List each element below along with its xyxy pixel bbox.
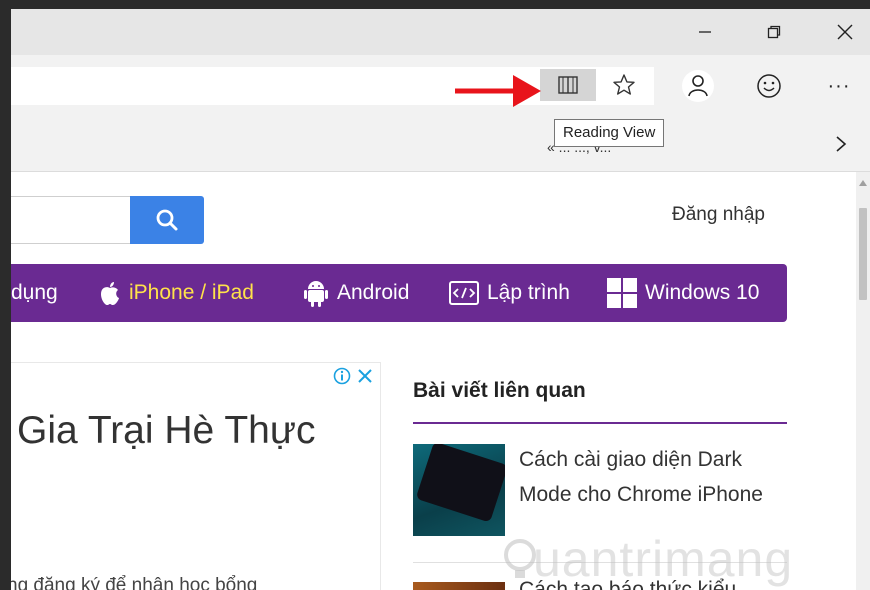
lightbulb-icon	[504, 539, 536, 578]
red-arrow-icon	[455, 75, 541, 107]
chevron-right-icon	[836, 136, 847, 152]
nav-item-android[interactable]: Android	[303, 264, 409, 322]
favorite-button[interactable]	[602, 69, 646, 101]
code-icon	[449, 281, 479, 305]
apple-icon	[99, 280, 121, 306]
close-button[interactable]	[822, 9, 868, 55]
book-icon	[558, 76, 578, 94]
title-bar	[11, 9, 870, 55]
windows-icon	[607, 278, 637, 308]
phone-image	[415, 444, 505, 523]
web-page: Đăng nhập dụng iPhone / iPad Android Lập…	[11, 172, 816, 590]
related-articles-heading: Bài viết liên quan	[413, 379, 586, 402]
login-link[interactable]: Đăng nhập	[672, 204, 765, 226]
watermark-logo: uantrimang	[503, 530, 793, 588]
ad-subtitle: ng đăng ký để nhận học bổng	[11, 575, 258, 590]
reading-view-tooltip: Reading View	[554, 119, 665, 147]
more-button[interactable]: ···	[817, 67, 861, 105]
minimize-button[interactable]	[682, 9, 728, 55]
nav-item-iphone[interactable]: iPhone / iPad	[99, 264, 254, 322]
address-toolbar: ···	[11, 55, 870, 117]
search-button[interactable]	[130, 196, 204, 244]
android-icon	[303, 279, 329, 307]
scroll-up-icon[interactable]	[859, 180, 867, 186]
ad-controls	[333, 367, 373, 385]
article-thumbnail[interactable]	[413, 444, 505, 536]
category-nav: dụng iPhone / iPad Android Lập trình Win…	[11, 264, 787, 322]
close-icon	[837, 24, 853, 40]
ad-close-icon[interactable]	[357, 367, 373, 385]
nav-item-apps[interactable]: dụng	[11, 264, 58, 322]
smiley-icon	[757, 74, 781, 98]
restore-button[interactable]	[751, 9, 797, 55]
article-thumbnail[interactable]	[413, 582, 505, 590]
user-icon	[682, 70, 714, 102]
reading-view-button[interactable]	[540, 69, 596, 101]
advertisement[interactable]: Gia Trại Hè Thực ng đăng ký để nhận học …	[11, 362, 381, 590]
ad-title: Gia Trại Hè Thực	[17, 409, 316, 452]
more-icon: ···	[827, 74, 851, 97]
related-article-link[interactable]: Cách cài giao diện Dark Mode cho Chrome …	[519, 442, 789, 512]
minimize-icon	[699, 31, 711, 33]
feedback-button[interactable]	[747, 67, 791, 105]
nav-item-programming[interactable]: Lập trình	[449, 264, 570, 322]
vertical-scrollbar[interactable]	[856, 172, 870, 590]
nav-item-windows10[interactable]: Windows 10	[607, 264, 759, 322]
search-input[interactable]	[11, 196, 131, 244]
search-icon	[156, 209, 178, 231]
restore-icon	[767, 25, 781, 39]
scroll-thumb[interactable]	[859, 208, 867, 300]
related-divider	[413, 422, 787, 424]
favorites-bar: « ... ..., v...	[11, 117, 870, 172]
profile-button[interactable]	[676, 67, 720, 105]
browser-window: ··· Reading View « ... ..., v... Đăng nh…	[11, 9, 870, 590]
favorites-next-button[interactable]	[830, 133, 852, 155]
star-icon	[613, 74, 635, 95]
info-icon[interactable]	[333, 367, 351, 385]
